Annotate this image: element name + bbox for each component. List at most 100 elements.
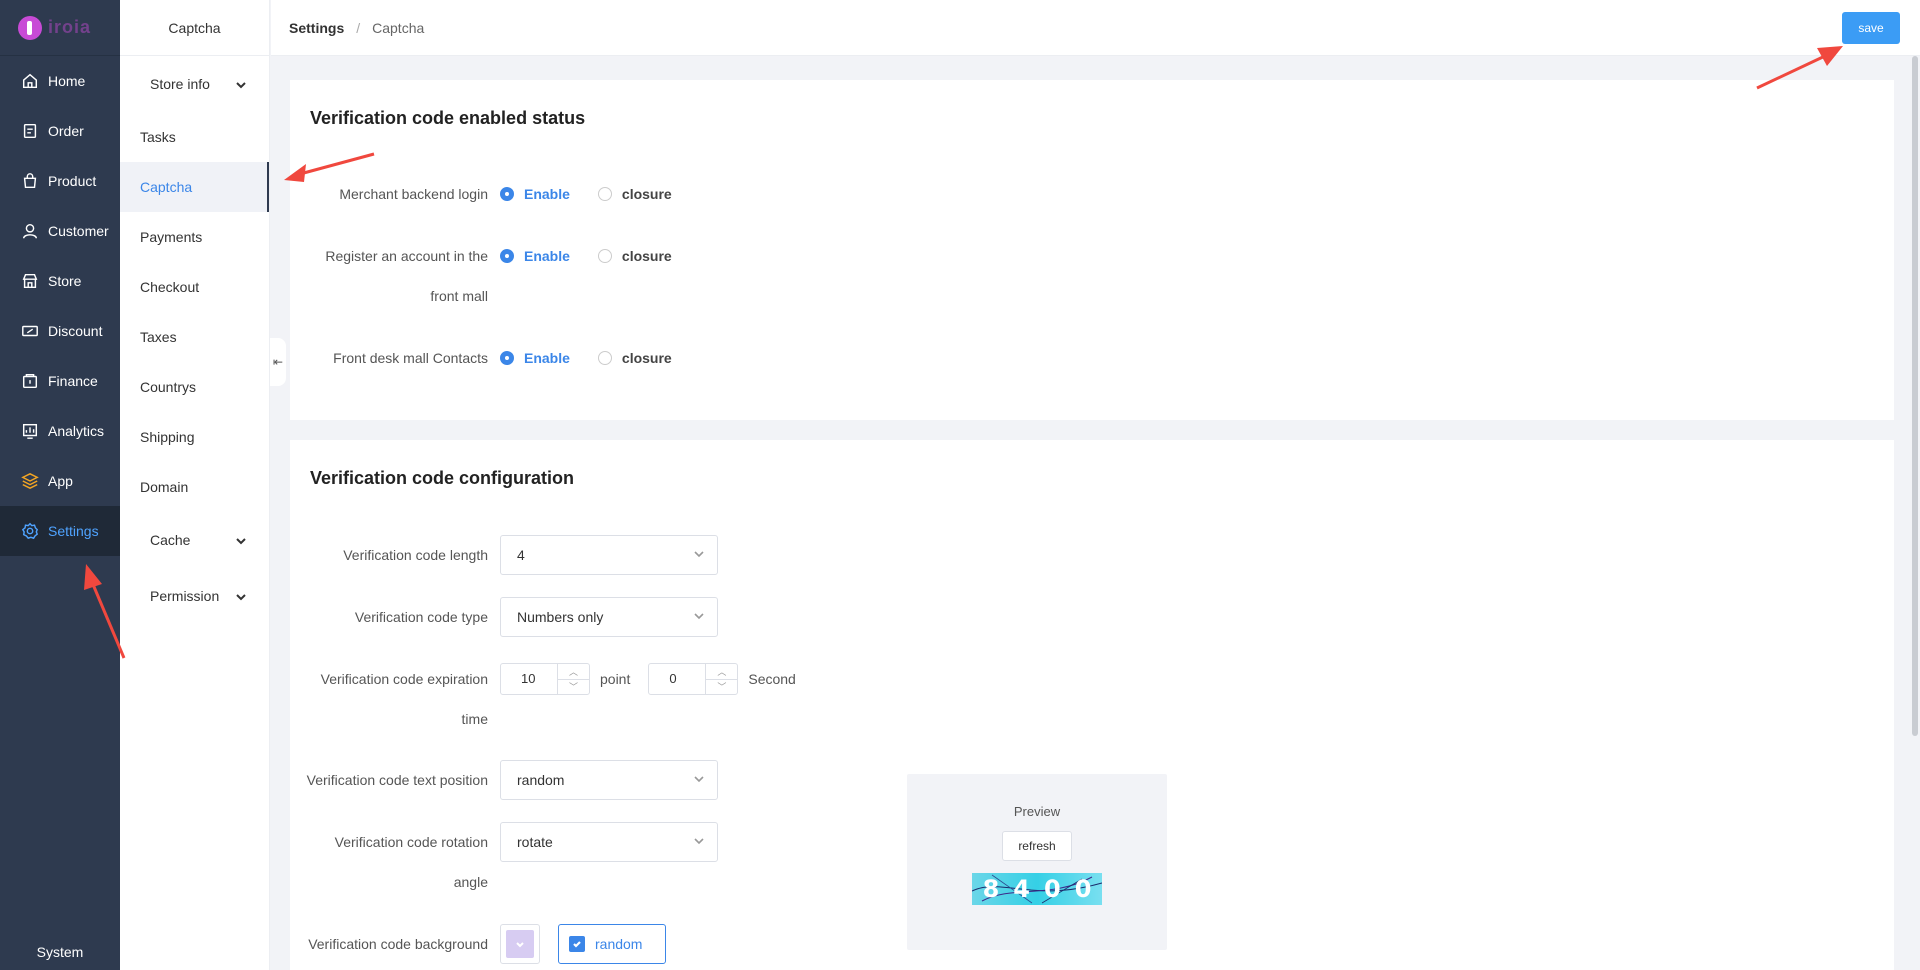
finance-icon — [20, 371, 40, 391]
preview-title: Preview — [1013, 804, 1061, 819]
sidebar-item-customer[interactable]: Customer — [0, 206, 120, 256]
rotation-row: Verification code rotation angle rotate — [290, 822, 718, 902]
submenu-item-store-info[interactable]: Store info — [120, 56, 269, 112]
register-row: Register an account in the front mall En… — [290, 236, 700, 316]
status-card: Verification code enabled status Merchan… — [290, 80, 1894, 420]
sidebar-item-store[interactable]: Store — [0, 256, 120, 306]
submenu-item-label: Cache — [150, 532, 191, 548]
field-label: Verification code background — [308, 936, 488, 952]
app-icon — [20, 471, 40, 491]
main-sidebar: iroia Home Order Product Customer Store … — [0, 0, 120, 970]
order-icon — [20, 121, 40, 141]
submenu-item-countrys[interactable]: Countrys — [120, 362, 269, 412]
sidebar-item-discount[interactable]: Discount — [0, 306, 120, 356]
product-icon — [20, 171, 40, 191]
submenu-item-label: Store info — [150, 76, 210, 92]
submenu-item-checkout[interactable]: Checkout — [120, 262, 269, 312]
chevron-down-icon — [235, 590, 247, 602]
sidebar-item-label: Finance — [48, 373, 98, 389]
gear-icon — [20, 521, 40, 541]
submenu-item-shipping[interactable]: Shipping — [120, 412, 269, 462]
minutes-unit: point — [600, 671, 631, 687]
enable-radio[interactable]: Enable — [500, 348, 570, 368]
background-color-picker[interactable] — [500, 924, 540, 964]
captcha-image: 8400 — [972, 873, 1102, 905]
breadcrumb-separator: / — [356, 19, 361, 36]
chevron-down-icon[interactable]: ﹀ — [706, 678, 738, 695]
analytics-icon — [20, 421, 40, 441]
logo-icon — [18, 15, 42, 40]
field-label: Verification code text position — [306, 772, 488, 788]
chevron-down-icon — [693, 547, 705, 563]
field-label: Verification code length — [343, 547, 488, 563]
sidebar-item-settings[interactable]: Settings — [0, 506, 120, 556]
sidebar-item-label: Discount — [48, 323, 103, 339]
chevron-up-icon[interactable]: ︿ — [558, 664, 589, 679]
random-background-checkbox[interactable]: random — [558, 924, 666, 964]
minutes-stepper[interactable]: 10 ︿ ﹀ — [500, 663, 590, 695]
sidebar-item-label: Settings — [48, 523, 99, 539]
sidebar-item-label: Analytics — [48, 423, 105, 439]
closure-radio[interactable]: closure — [597, 246, 672, 266]
logo[interactable]: iroia — [0, 0, 120, 56]
contacts-row: Front desk mall Contacts Enable closure — [290, 338, 700, 378]
field-label: Verification code rotation angle — [334, 834, 488, 890]
sidebar-item-app[interactable]: App — [0, 456, 120, 506]
submenu-title: Captcha — [120, 0, 269, 56]
sidebar-item-order[interactable]: Order — [0, 106, 120, 156]
submenu-item-payments[interactable]: Payments — [120, 212, 269, 262]
logo-wordmark: iroia — [48, 17, 92, 37]
rotation-select[interactable]: rotate — [500, 822, 718, 862]
chevron-down-icon — [235, 534, 247, 546]
chevron-down-icon — [235, 78, 247, 90]
length-select[interactable]: 4 — [500, 535, 718, 575]
background-row: Verification code background random — [290, 924, 666, 964]
seconds-stepper[interactable]: 0 ︿ ﹀ — [648, 663, 739, 695]
check-icon — [569, 936, 585, 952]
position-row: Verification code text position random — [290, 760, 718, 800]
collapse-sidebar-icon[interactable]: ⇤ — [270, 338, 286, 386]
chevron-up-icon[interactable]: ︿ — [706, 664, 737, 679]
sidebar-item-label: Home — [48, 73, 86, 89]
submenu-item-cache[interactable]: Cache — [120, 512, 269, 568]
submenu-item-tasks[interactable]: Tasks — [120, 112, 269, 162]
sidebar-item-label: Customer — [48, 223, 109, 239]
field-label: Verification code expiration time — [320, 671, 488, 727]
enable-radio[interactable]: Enable — [500, 246, 570, 266]
type-select[interactable]: Numbers only — [500, 597, 718, 637]
sidebar-item-label: Store — [48, 273, 82, 289]
merchant-login-row: Merchant backend login Enable closure — [290, 174, 700, 214]
submenu-item-permission[interactable]: Permission — [120, 568, 269, 624]
customer-icon — [20, 221, 40, 241]
enable-radio[interactable]: Enable — [500, 184, 570, 204]
section-title: Verification code enabled status — [310, 108, 586, 128]
submenu-item-domain[interactable]: Domain — [120, 462, 269, 512]
position-select[interactable]: random — [500, 760, 718, 800]
refresh-button[interactable]: refresh — [1002, 831, 1072, 861]
closure-radio[interactable]: closure — [597, 348, 672, 368]
page-scrollbar[interactable] — [1912, 56, 1918, 736]
breadcrumb-root[interactable]: Settings — [289, 20, 344, 36]
settings-submenu: Captcha Store info Tasks Captcha Payment… — [120, 0, 270, 970]
length-row: Verification code length 4 — [290, 535, 718, 575]
type-row: Verification code type Numbers only — [290, 597, 718, 637]
chevron-down-icon — [693, 609, 705, 625]
color-swatch — [506, 930, 534, 958]
submenu-item-taxes[interactable]: Taxes — [120, 312, 269, 362]
save-button[interactable]: save — [1842, 12, 1900, 44]
chevron-down-icon[interactable]: ﹀ — [558, 678, 589, 695]
submenu-item-label: Permission — [150, 588, 220, 604]
sidebar-item-home[interactable]: Home — [0, 56, 120, 106]
sidebar-item-label: Order — [48, 123, 84, 139]
sidebar-item-analytics[interactable]: Analytics — [0, 406, 120, 456]
breadcrumb-current: Captcha — [372, 19, 425, 36]
top-header: Settings / Captcha save — [271, 0, 1920, 56]
field-label: Merchant backend login — [339, 186, 488, 202]
closure-radio[interactable]: closure — [597, 184, 672, 204]
sidebar-item-product[interactable]: Product — [0, 156, 120, 206]
store-icon — [20, 271, 40, 291]
field-label: Register an account in the front mall — [325, 248, 488, 304]
submenu-item-captcha[interactable]: Captcha — [120, 162, 269, 212]
sidebar-item-finance[interactable]: Finance — [0, 356, 120, 406]
system-label[interactable]: System — [0, 944, 120, 960]
